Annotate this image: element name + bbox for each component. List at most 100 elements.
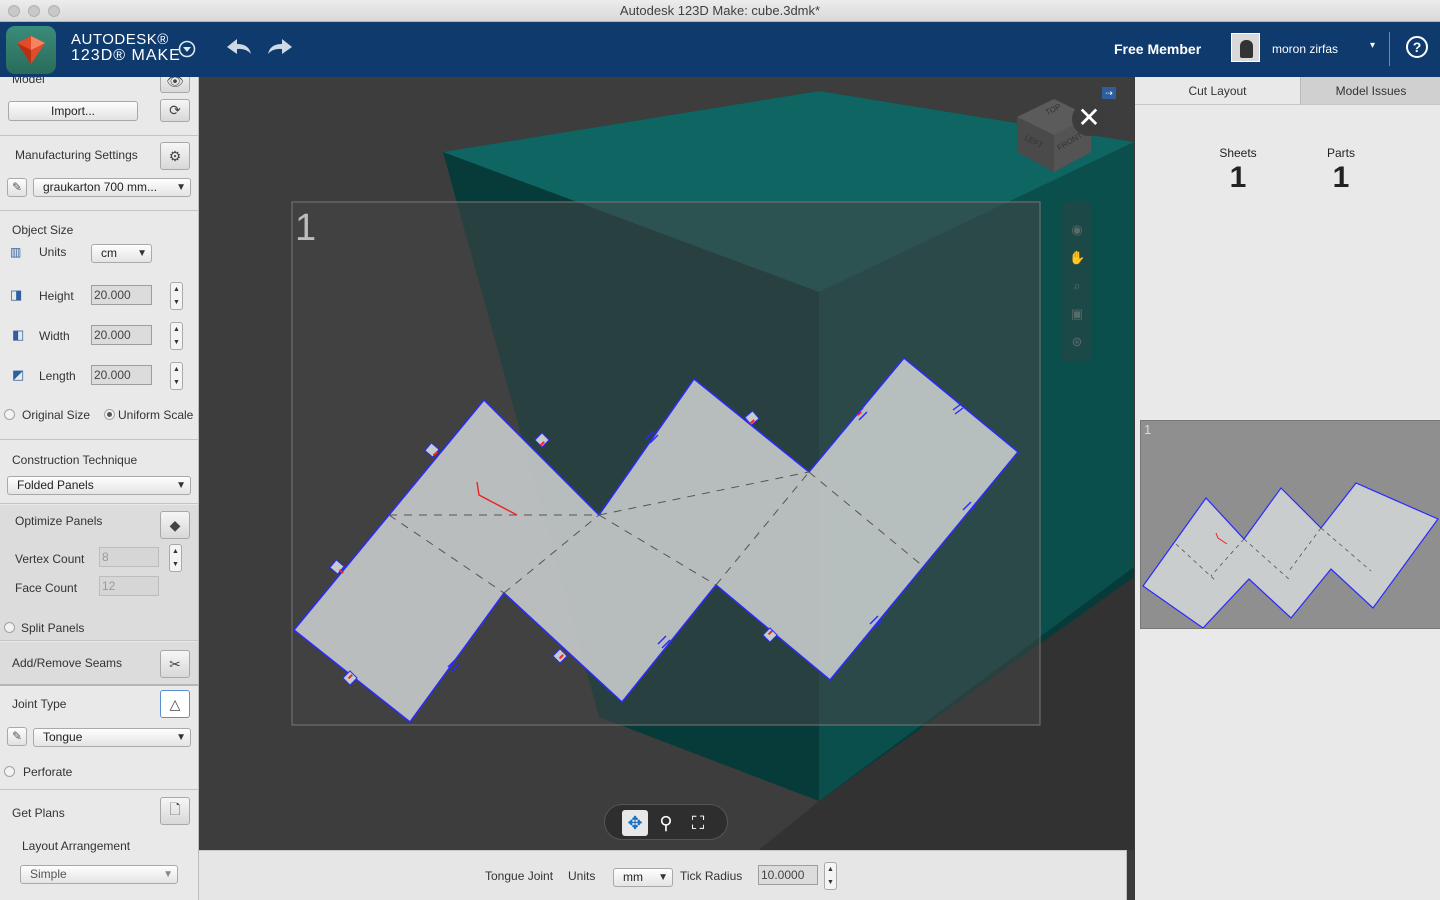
optimize-section: Optimize Panels ◆ Vertex Count 8 ▲ ▼ Face… bbox=[0, 505, 198, 641]
joint-title: Joint Type bbox=[12, 697, 67, 711]
thumbnail-net bbox=[1142, 482, 1439, 628]
object-size-title: Object Size bbox=[12, 223, 74, 237]
expand-panel-icon[interactable]: ⇢ bbox=[1102, 87, 1116, 99]
scissors-icon[interactable]: ✂ bbox=[160, 650, 190, 678]
triangle-icon[interactable]: △ bbox=[160, 690, 190, 718]
undo-arrow-icon[interactable] bbox=[225, 37, 253, 57]
brand-line-2: 123D® MAKE bbox=[71, 47, 181, 64]
sheet-number: 1 bbox=[295, 207, 317, 249]
width-stepper[interactable]: ▲ ▼ bbox=[170, 322, 183, 350]
tick-radius-field[interactable]: 10.0000 bbox=[758, 865, 818, 885]
width-icon: ◧ bbox=[12, 327, 25, 342]
model-section-title: Model bbox=[12, 77, 45, 86]
material-select[interactable]: graukarton 700 mm... ▼ bbox=[33, 178, 191, 197]
chevron-down-icon: ▼ bbox=[176, 480, 186, 491]
original-size-radio[interactable] bbox=[4, 409, 15, 420]
import-button[interactable]: Import... bbox=[8, 101, 138, 121]
app-menu-button[interactable] bbox=[178, 40, 196, 58]
orbit-icon[interactable]: ◉ bbox=[1069, 222, 1085, 238]
zoom-window-button[interactable] bbox=[48, 5, 60, 17]
joint-type-select[interactable]: Tongue ▼ bbox=[33, 728, 191, 747]
face-count-label: Face Count bbox=[15, 581, 78, 595]
chevron-down-icon: ▼ bbox=[176, 732, 186, 743]
units-label: Units bbox=[39, 245, 67, 259]
sheets-label: Sheets bbox=[1219, 146, 1257, 160]
model-section: Model 👁 Import... ⟳ bbox=[0, 77, 198, 136]
object-size-section: Object Size ▥ Units cm ▼ ◨ Height 20.000… bbox=[0, 212, 198, 440]
joint-type-value: Tongue bbox=[43, 730, 83, 744]
manufacturing-title: Manufacturing Settings bbox=[15, 148, 138, 162]
material-value: graukarton 700 mm... bbox=[43, 180, 158, 194]
tick-radius-stepper[interactable]: ▲ ▼ bbox=[824, 862, 837, 890]
sheet-thumbnail[interactable]: 1 bbox=[1140, 420, 1440, 629]
refresh-icon[interactable]: ⟳ bbox=[160, 99, 190, 122]
construction-select[interactable]: Folded Panels ▼ bbox=[7, 476, 191, 495]
edit-joint-pencil-icon[interactable]: ✎ bbox=[7, 727, 27, 746]
eye-icon[interactable]: 👁 bbox=[160, 77, 190, 93]
split-panels-label: Split Panels bbox=[21, 621, 85, 635]
bottom-units-select[interactable]: mm ▼ bbox=[613, 868, 673, 887]
units-select[interactable]: cm ▼ bbox=[91, 244, 152, 263]
gear-icon[interactable]: ⚙ bbox=[160, 142, 190, 170]
bottom-units-label: Units bbox=[568, 869, 596, 883]
manufacturing-section: Manufacturing Settings ⚙ ✎ graukarton 70… bbox=[0, 137, 198, 211]
plans-title: Get Plans bbox=[12, 806, 65, 820]
width-field[interactable]: 20.000 bbox=[91, 325, 152, 345]
ruler-icon: ▥ bbox=[10, 245, 22, 259]
user-menu-caret-icon[interactable]: ▾ bbox=[1370, 40, 1375, 51]
3d-viewport[interactable]: TOP LEFT FRONT 1 ⇢ ✕ ◉ ✋ ⌕ ▣ ⊛ ✥ ⚲ ⛶ bbox=[199, 77, 1134, 850]
avatar[interactable] bbox=[1231, 33, 1260, 62]
perforate-label: Perforate bbox=[23, 765, 73, 779]
tick-radius-label: Tick Radius bbox=[680, 869, 743, 883]
123d-make-logo-icon bbox=[17, 36, 45, 64]
joint-section: Joint Type △ ✎ Tongue ▼ Perforate bbox=[0, 687, 198, 790]
edit-material-pencil-icon[interactable]: ✎ bbox=[7, 178, 27, 197]
parts-count: 1 bbox=[1332, 161, 1350, 194]
document-icon[interactable]: 🗋 bbox=[160, 797, 190, 825]
length-field[interactable]: 20.000 bbox=[91, 365, 152, 385]
window-titlebar: Autodesk 123D Make: cube.3dmk* bbox=[0, 0, 1440, 22]
height-field[interactable]: 20.000 bbox=[91, 285, 152, 305]
close-icon[interactable]: ✕ bbox=[1072, 102, 1106, 136]
length-stepper[interactable]: ▲ ▼ bbox=[170, 362, 183, 390]
view-toolbar: ✥ ⚲ ⛶ bbox=[604, 804, 728, 840]
height-stepper[interactable]: ▲ ▼ bbox=[170, 282, 183, 310]
tab-cut-layout[interactable]: Cut Layout bbox=[1135, 77, 1300, 105]
window-title: Autodesk 123D Make: cube.3dmk* bbox=[619, 3, 821, 18]
fit-view-icon[interactable]: ▣ bbox=[1069, 306, 1085, 322]
perforate-radio[interactable] bbox=[4, 766, 15, 777]
construction-section: Construction Technique Folded Panels ▼ bbox=[0, 441, 198, 504]
uniform-scale-radio[interactable] bbox=[104, 409, 115, 420]
original-size-label: Original Size bbox=[22, 408, 91, 422]
vertex-count-field[interactable]: 8 bbox=[99, 547, 159, 567]
vertex-count-label: Vertex Count bbox=[15, 552, 85, 566]
layout-arrangement-select[interactable]: Simple ▼ bbox=[20, 865, 178, 884]
uniform-scale-label: Uniform Scale bbox=[118, 408, 194, 422]
fit-view-icon[interactable]: ⛶ bbox=[685, 810, 711, 836]
username-label[interactable]: moron zirfas bbox=[1272, 42, 1338, 56]
vertex-stepper[interactable]: ▲ ▼ bbox=[169, 544, 182, 572]
close-window-button[interactable] bbox=[8, 5, 20, 17]
app-logo[interactable] bbox=[6, 26, 56, 74]
pan-hand-icon[interactable]: ✋ bbox=[1069, 250, 1085, 266]
zoom-icon[interactable]: ⌕ bbox=[1069, 278, 1085, 294]
split-panels-radio[interactable] bbox=[4, 622, 15, 633]
chevron-down-icon: ▼ bbox=[163, 869, 173, 880]
tab-model-issues[interactable]: Model Issues bbox=[1300, 77, 1440, 105]
navigation-bar: ◉ ✋ ⌕ ▣ ⊛ bbox=[1062, 202, 1092, 362]
minimize-window-button[interactable] bbox=[28, 5, 40, 17]
height-label: Height bbox=[39, 289, 74, 303]
help-button[interactable]: ? bbox=[1406, 36, 1428, 58]
left-settings-panel: Model 👁 Import... ⟳ Manufacturing Settin… bbox=[0, 77, 199, 900]
layout-arrangement-value: Simple bbox=[30, 867, 67, 881]
brand-name: AUTODESK® 123D® MAKE bbox=[71, 32, 181, 64]
pan-icon[interactable]: ✥ bbox=[622, 810, 648, 836]
face-count-field: 12 bbox=[99, 576, 159, 596]
plans-section: Get Plans 🗋 Layout Arrangement Simple ▼ bbox=[0, 791, 198, 900]
pyramid-icon[interactable]: ◆ bbox=[160, 511, 190, 539]
length-label: Length bbox=[39, 369, 76, 383]
zoom-icon[interactable]: ⚲ bbox=[653, 810, 679, 836]
membership-label[interactable]: Free Member bbox=[1114, 41, 1201, 57]
redo-arrow-icon[interactable] bbox=[266, 37, 294, 57]
steering-wheel-icon[interactable]: ⊛ bbox=[1069, 334, 1085, 350]
